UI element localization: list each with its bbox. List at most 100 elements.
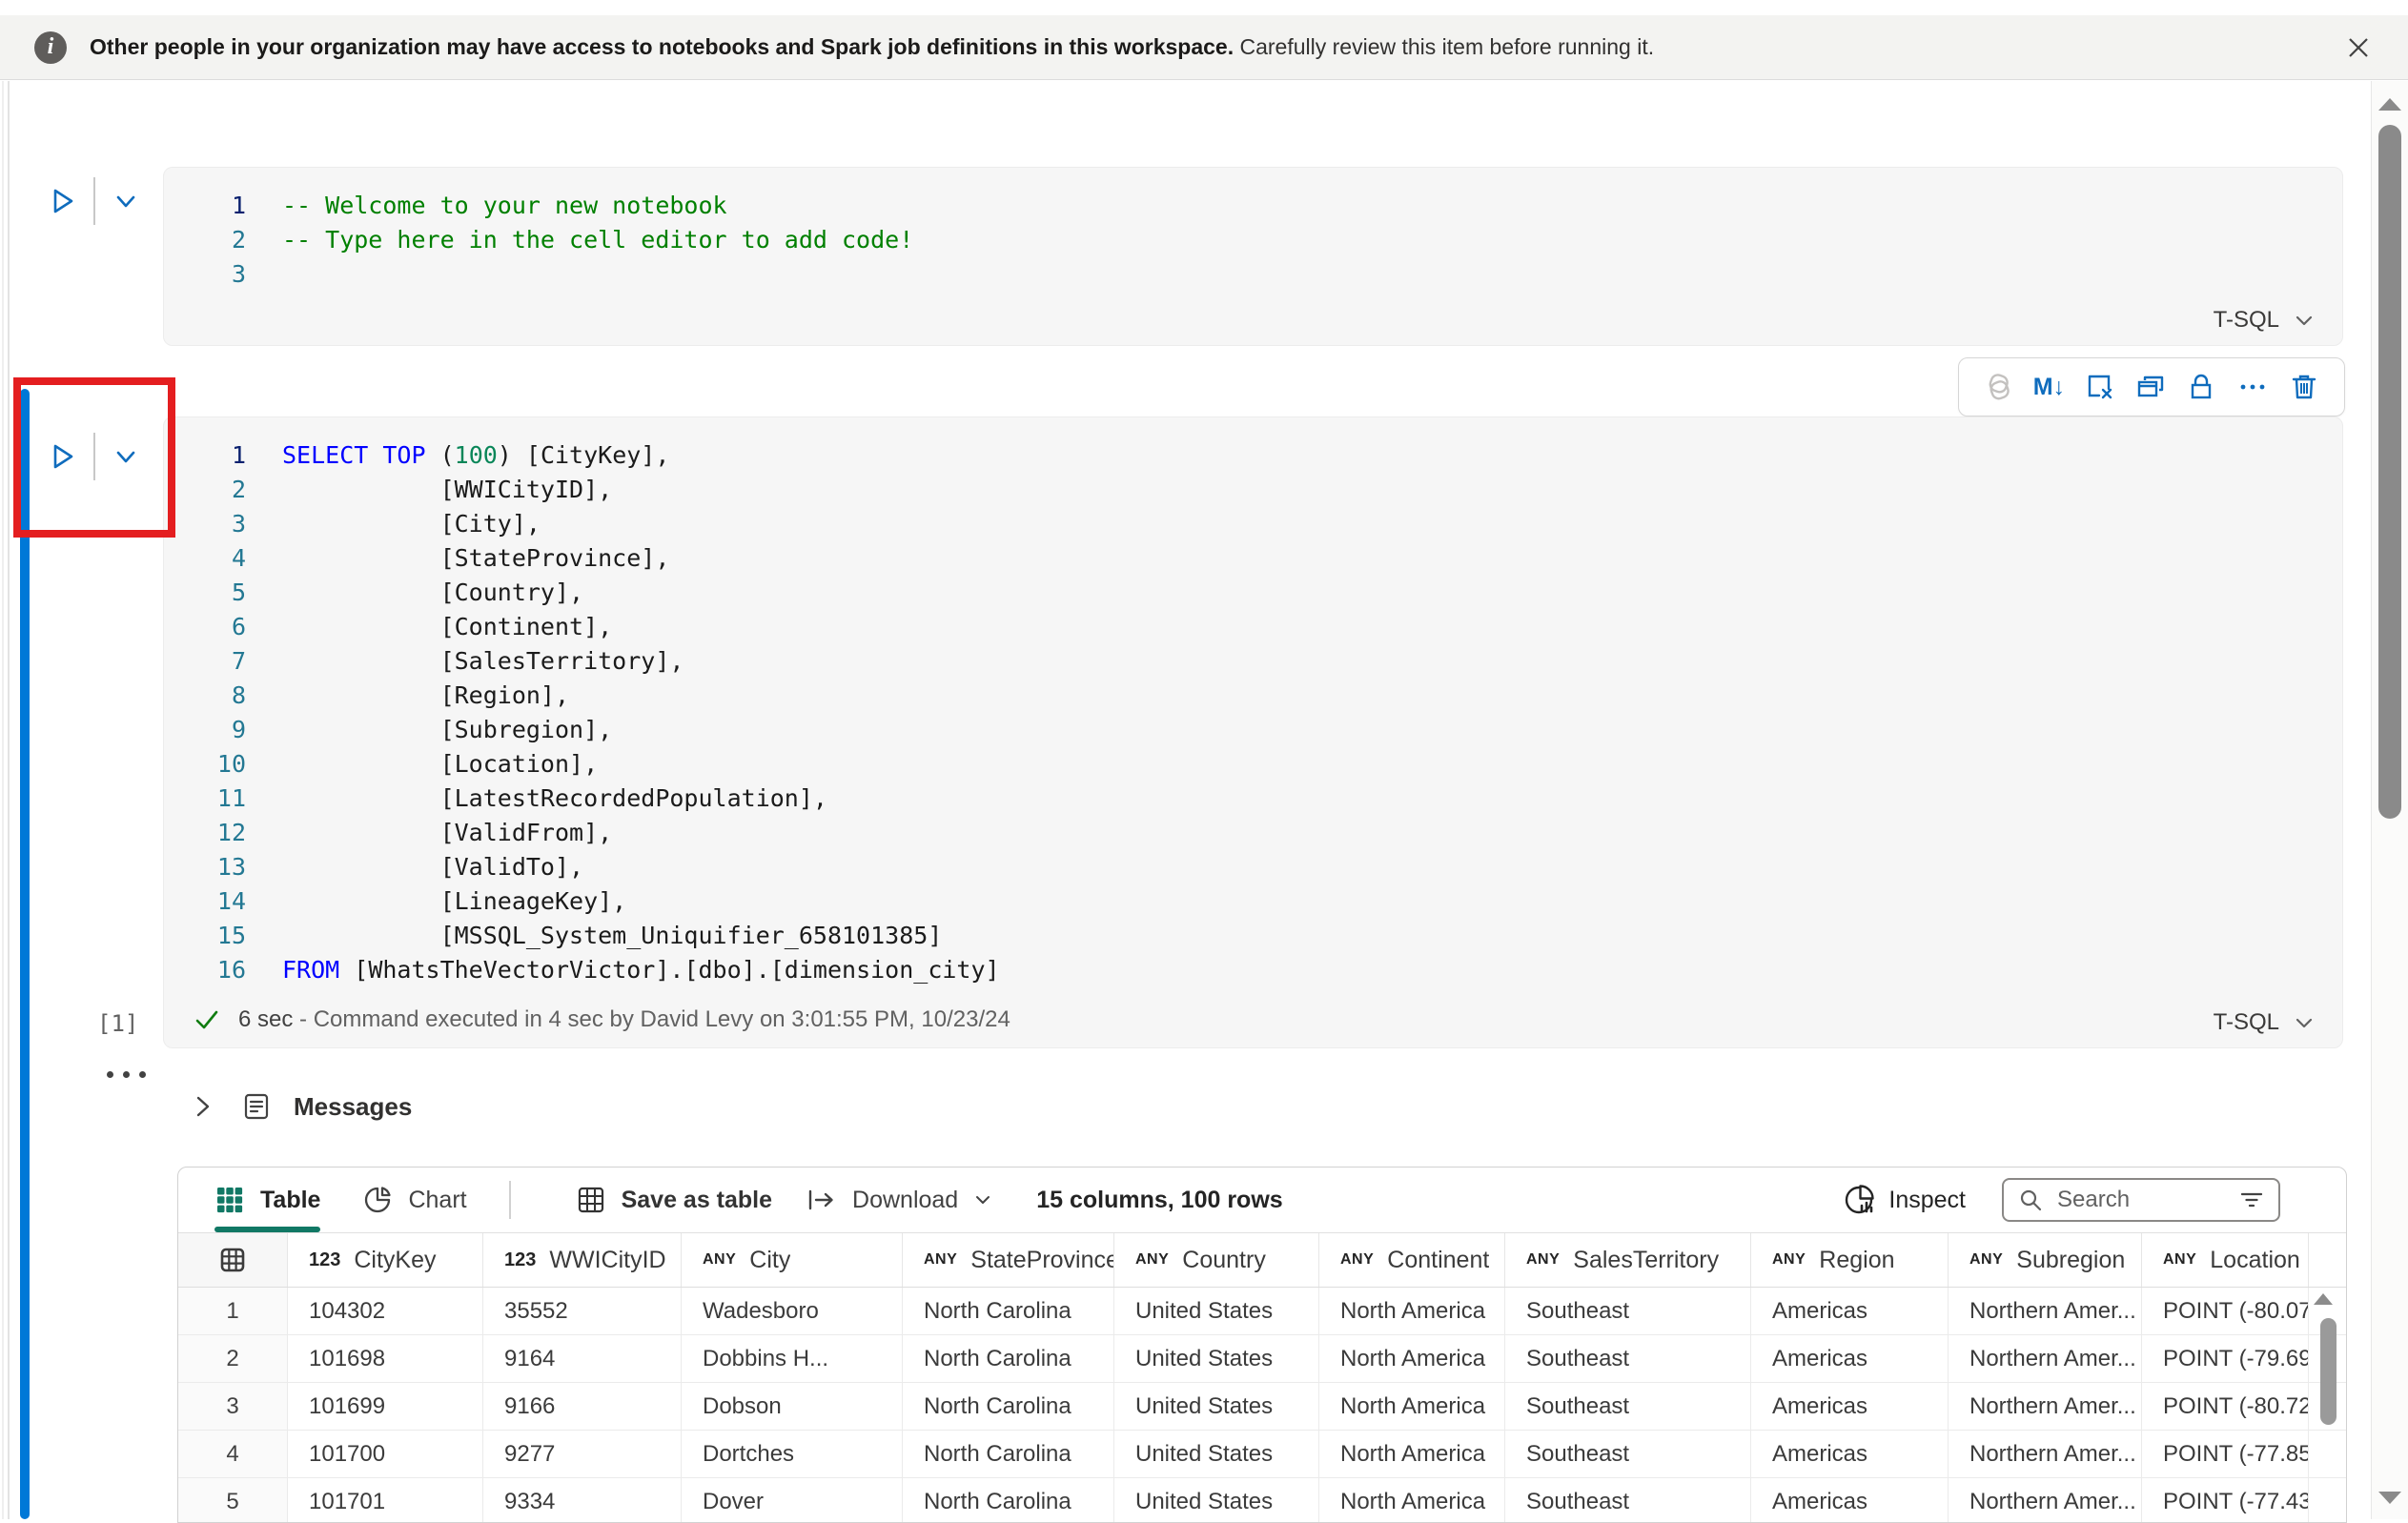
column-header-label: City: [749, 1246, 791, 1273]
code-text: [Location],: [282, 749, 599, 778]
table-cell: Dobbins H...: [682, 1335, 903, 1382]
table-cell: United States: [1114, 1335, 1319, 1382]
column-header-city[interactable]: ANY City: [682, 1233, 903, 1287]
code-text: FROM [WhatsTheVectorVictor].[dbo].[dimen…: [282, 955, 1000, 984]
search-input[interactable]: [2055, 1186, 2238, 1214]
code-line: 13 [ValidTo],: [164, 849, 2342, 883]
search-box[interactable]: [2002, 1178, 2280, 1222]
results-panel: Table Chart Save as table Download 15 co…: [177, 1167, 2347, 1523]
line-number: 10: [216, 749, 246, 778]
table-row[interactable]: 3 101699 9166 Dobson North Carolina United St…: [178, 1383, 2346, 1431]
code-editor[interactable]: 1 -- Welcome to your new notebook 2 -- Type…: [164, 168, 2342, 291]
row-index-header[interactable]: [178, 1233, 288, 1287]
table-cell: 101700: [288, 1431, 483, 1477]
code-text: [SalesTerritory],: [282, 646, 684, 675]
line-number: 13: [216, 852, 246, 881]
column-header-region[interactable]: ANY Region: [1751, 1233, 1949, 1287]
code-line: 8 [Region],: [164, 678, 2342, 712]
lock-cell-icon[interactable]: [2184, 370, 2218, 404]
table-cell: Northern Amer...: [1949, 1383, 2142, 1430]
run-cell-button[interactable]: [46, 440, 78, 473]
more-options-icon[interactable]: [2235, 370, 2270, 404]
table-scroll-up-icon[interactable]: [2314, 1293, 2333, 1305]
code-text: [ValidTo],: [282, 852, 584, 881]
column-header-label: Continent: [1387, 1246, 1490, 1273]
table-row[interactable]: 4 101700 9277 Dortches North Carolina United …: [178, 1431, 2346, 1478]
table-row[interactable]: 5 101701 9334 Dover North Carolina United Sta…: [178, 1478, 2346, 1522]
delete-cell-icon[interactable]: [2287, 370, 2321, 404]
column-header-stateprovince[interactable]: ANY StateProvince: [903, 1233, 1114, 1287]
column-header-salesterritory[interactable]: ANY SalesTerritory: [1505, 1233, 1751, 1287]
code-line: 15 [MSSQL_System_Uniquifier_658101385]: [164, 918, 2342, 952]
code-cell-2[interactable]: 1 SELECT TOP (100) [CityKey], 2 [WWICityID…: [163, 416, 2343, 1048]
clear-output-icon[interactable]: [2082, 370, 2116, 404]
code-cell-1[interactable]: 1 -- Welcome to your new notebook 2 -- Type…: [163, 167, 2343, 346]
line-number: 6: [231, 612, 246, 640]
controls-divider: [93, 177, 95, 225]
chevron-down-icon[interactable]: [111, 186, 141, 216]
markdown-icon[interactable]: M↓: [2033, 374, 2065, 401]
tab-chart[interactable]: Chart: [362, 1168, 467, 1232]
page-scrollbar[interactable]: [2371, 81, 2408, 1519]
line-number: 5: [231, 578, 246, 606]
tab-table[interactable]: Table: [214, 1168, 321, 1232]
table-cell: POINT (-80.72.: [2142, 1383, 2309, 1430]
table-cell: 9277: [483, 1431, 682, 1477]
table-cell: Northern Amer...: [1949, 1288, 2142, 1334]
code-text: [Region],: [282, 680, 570, 709]
column-header-continent[interactable]: ANY Continent: [1319, 1233, 1505, 1287]
code-editor[interactable]: 1 SELECT TOP (100) [CityKey], 2 [WWICityID…: [164, 417, 2342, 986]
chart-pie-icon: [365, 1187, 392, 1213]
chevron-right-icon: [196, 1096, 210, 1117]
column-header-wwicityid[interactable]: 123 WWICityID: [483, 1233, 682, 1287]
filter-icon[interactable]: [2238, 1187, 2265, 1213]
column-header-subregion[interactable]: ANY Subregion: [1949, 1233, 2142, 1287]
column-header-label: CityKey: [354, 1246, 437, 1273]
table-cell: Dover: [682, 1478, 903, 1522]
table-cell: United States: [1114, 1431, 1319, 1477]
duplicate-cell-icon[interactable]: [2133, 370, 2168, 404]
language-selector[interactable]: T-SQL: [2214, 307, 2316, 334]
code-text: [StateProvince],: [282, 543, 670, 572]
page-scrollbar-thumb[interactable]: [2378, 125, 2401, 819]
save-as-table-button[interactable]: Save as table: [576, 1185, 772, 1215]
code-line: 10 [Location],: [164, 746, 2342, 781]
table-cell: Southeast: [1505, 1383, 1751, 1430]
row-index: 4: [178, 1431, 288, 1477]
code-text: [City],: [282, 509, 541, 538]
column-header-citykey[interactable]: 123 CityKey: [288, 1233, 483, 1287]
scroll-down-icon[interactable]: [2378, 1492, 2401, 1504]
download-label: Download: [852, 1186, 959, 1213]
column-header-label: StateProvince: [970, 1246, 1113, 1273]
run-cell-button[interactable]: [46, 185, 78, 217]
table-cell: United States: [1114, 1383, 1319, 1430]
language-selector[interactable]: T-SQL: [2214, 1009, 2316, 1036]
download-button[interactable]: Download: [805, 1185, 992, 1215]
code-line: 14 [LineageKey],: [164, 883, 2342, 918]
messages-expander[interactable]: Messages: [189, 1090, 412, 1123]
save-table-icon: [578, 1187, 603, 1213]
cell-output-more-indicator[interactable]: [107, 1071, 146, 1078]
success-check-icon: [195, 1010, 218, 1029]
chevron-down-icon[interactable]: [111, 441, 141, 472]
table-cell: 101699: [288, 1383, 483, 1430]
table-scrollbar-thumb[interactable]: [2320, 1318, 2337, 1425]
line-number: 12: [216, 818, 246, 846]
copilot-icon[interactable]: [1982, 370, 2016, 404]
column-header-location[interactable]: ANY Location: [2142, 1233, 2309, 1287]
table-row[interactable]: 2 101698 9164 Dobbins H... North Carolina Uni…: [178, 1335, 2346, 1383]
column-type-badge: ANY: [1135, 1251, 1170, 1268]
close-icon[interactable]: [2339, 29, 2377, 67]
table-cell: POINT (-77.85.: [2142, 1431, 2309, 1477]
inspect-button[interactable]: Inspect: [1843, 1184, 1966, 1216]
line-number: 14: [216, 886, 246, 915]
column-header-country[interactable]: ANY Country: [1114, 1233, 1319, 1287]
table-cell: 9166: [483, 1383, 682, 1430]
table-cell: Southeast: [1505, 1288, 1751, 1334]
scroll-up-icon[interactable]: [2378, 98, 2401, 111]
table-row[interactable]: 1 104302 35552 Wadesboro North Carolina Unite…: [178, 1288, 2346, 1335]
cell-status-bar: 6 sec - Command executed in 4 sec by Dav…: [164, 992, 2342, 1047]
language-label: T-SQL: [2213, 307, 2279, 333]
code-line: 11 [LatestRecordedPopulation],: [164, 781, 2342, 815]
cell-gutter-rail: [8, 81, 10, 1519]
